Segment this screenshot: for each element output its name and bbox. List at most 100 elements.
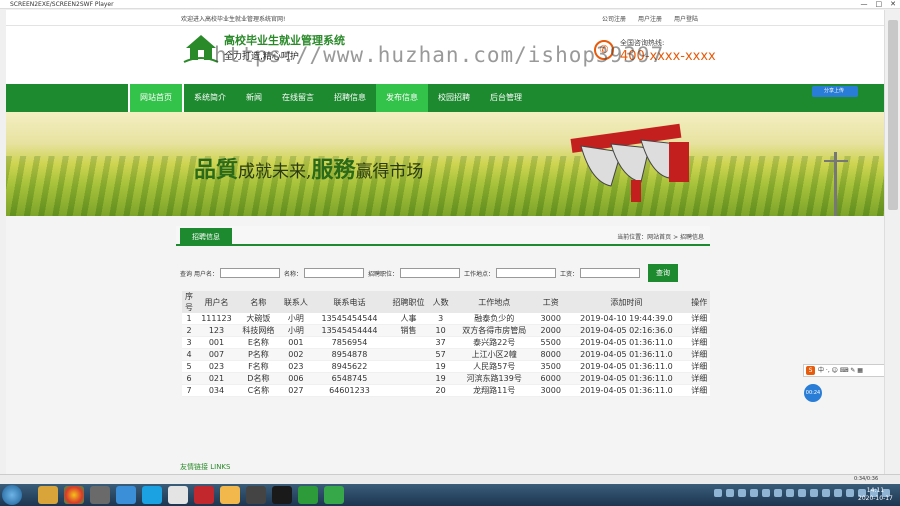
table-cell: 13545454544 — [311, 313, 388, 325]
search-app-icon[interactable] — [142, 486, 162, 504]
username-input[interactable] — [219, 268, 280, 278]
table-cell: 2019-04-05 02:16:36.0 — [564, 324, 689, 337]
close-icon[interactable]: ✕ — [890, 0, 896, 9]
clock-date: 2020-10-17 — [858, 495, 893, 502]
salary-input[interactable] — [580, 268, 641, 278]
nav-publish[interactable]: 发布信息 — [376, 84, 428, 112]
tray-icon[interactable] — [810, 489, 818, 497]
job-table: 序号 用户名 名称 联系人 联系电话 招聘职位 人数 工作地点 工资 添加时间 … — [182, 291, 710, 397]
username-label: 用户名： — [193, 270, 218, 278]
tray-icon[interactable] — [774, 489, 782, 497]
tray-icon[interactable] — [822, 489, 830, 497]
position-input[interactable] — [399, 268, 460, 278]
scrollbar-thumb[interactable] — [888, 20, 898, 210]
col-position: 招聘职位 — [387, 291, 430, 313]
terminal-icon[interactable] — [90, 486, 110, 504]
tab-job-info[interactable]: 招聘信息 — [180, 228, 232, 246]
banner-slogan: 品質成就未来,服務赢得市场 — [194, 152, 423, 184]
nav-home[interactable]: 网站首页 — [128, 84, 184, 112]
user-login-link[interactable]: 用户登陆 — [674, 14, 698, 23]
plow-machine-image — [570, 123, 689, 202]
table-row: 4 007 P名称 002 8954878 57 上江小区2幢 8000 2019-04-05 … — [182, 348, 710, 361]
table-cell: 双方各得市房管局 — [451, 324, 538, 337]
flash-icon[interactable] — [194, 486, 214, 504]
name-input[interactable] — [303, 268, 364, 278]
table-cell: 37 — [429, 336, 452, 349]
detail-link[interactable]: 详细 — [688, 384, 710, 397]
location-input[interactable] — [496, 268, 556, 278]
tray-icon[interactable] — [786, 489, 794, 497]
table-cell: 2019-04-05 01:36:11.0 — [564, 372, 689, 385]
search-button[interactable]: 查询 — [648, 264, 679, 282]
table-cell: 3000 — [537, 313, 565, 325]
document-icon[interactable] — [168, 486, 188, 504]
table-cell: 027 — [279, 384, 312, 397]
table-cell: 64601233 — [311, 384, 388, 397]
share-upload-button[interactable]: 分享上传 — [812, 86, 858, 97]
hero-banner: 品質成就未来,服務赢得市场 — [6, 112, 884, 216]
slogan-future: 成就未来, — [238, 162, 312, 182]
ime-toolbar[interactable]: 中 ·, ☺ ⌨ ✎ ▦ — [803, 364, 885, 377]
system-clock[interactable]: 14:11 2020-10-17 — [858, 487, 893, 503]
table-cell: 19 — [429, 372, 452, 385]
section-tabbar: 招聘信息 当前位置：网站首页 > 招聘信息 — [176, 226, 710, 246]
nav-message[interactable]: 在线留言 — [272, 84, 324, 112]
table-cell: 6 — [182, 372, 196, 385]
start-button[interactable] — [2, 485, 22, 505]
detail-link[interactable]: 详细 — [688, 360, 710, 373]
detail-link[interactable]: 详细 — [688, 313, 710, 325]
table-cell: 上江小区2幢 — [451, 348, 538, 361]
nav-intro[interactable]: 系统简介 — [184, 84, 236, 112]
table-row: 6 021 D名称 006 6548745 19 河滨东路139号 6000 2019-04-0… — [182, 372, 710, 385]
detail-link[interactable]: 详细 — [688, 324, 710, 337]
col-contact: 联系人 — [279, 291, 312, 313]
table-cell: C名称 — [236, 384, 280, 397]
col-name: 名称 — [236, 291, 280, 313]
folder-icon[interactable] — [220, 486, 240, 504]
user-register-link[interactable]: 用户注册 — [638, 14, 662, 23]
table-cell: 小明 — [279, 313, 312, 325]
tray-icon[interactable] — [750, 489, 758, 497]
timer-badge[interactable]: 00:24 — [804, 384, 822, 402]
media-icon[interactable] — [246, 486, 266, 504]
table-cell: 20 — [429, 384, 452, 397]
table-cell: 3 — [429, 313, 452, 325]
player-icon[interactable] — [324, 486, 344, 504]
table-cell: P名称 — [236, 348, 280, 361]
clock-time: 14:11 — [866, 487, 885, 494]
links-heading: 友情链接 LINKS — [180, 463, 231, 471]
detail-link[interactable]: 详细 — [688, 348, 710, 361]
table-cell — [387, 336, 430, 349]
tray-icon[interactable] — [738, 489, 746, 497]
nav-jobs[interactable]: 招聘信息 — [324, 84, 376, 112]
col-location: 工作地点 — [451, 291, 538, 313]
explorer-icon[interactable] — [38, 486, 58, 504]
tray-icon[interactable] — [846, 489, 854, 497]
table-cell: 2019-04-10 19:44:39.0 — [564, 313, 689, 325]
nav-admin[interactable]: 后台管理 — [480, 84, 532, 112]
company-register-link[interactable]: 公司注册 — [602, 14, 626, 23]
tray-icon[interactable] — [798, 489, 806, 497]
wechat-icon[interactable] — [298, 486, 318, 504]
table-cell: 1 — [182, 313, 196, 325]
table-cell — [387, 360, 430, 373]
nav-campus[interactable]: 校园招聘 — [428, 84, 480, 112]
chrome-icon[interactable] — [64, 486, 84, 504]
nav-news[interactable]: 新闻 — [236, 84, 272, 112]
field-stripes — [6, 156, 884, 216]
table-cell: 3000 — [537, 384, 565, 397]
tray-icon[interactable] — [714, 489, 722, 497]
minimize-icon[interactable]: — — [861, 0, 868, 9]
table-cell: 6000 — [537, 372, 565, 385]
tray-icon[interactable] — [726, 489, 734, 497]
qq-icon[interactable] — [272, 486, 292, 504]
maximize-icon[interactable]: □ — [876, 0, 883, 9]
detail-link[interactable]: 详细 — [688, 372, 710, 385]
table-cell: 2000 — [537, 324, 565, 337]
app-icon-blue[interactable] — [116, 486, 136, 504]
detail-link[interactable]: 详细 — [688, 336, 710, 349]
tray-icon[interactable] — [762, 489, 770, 497]
tray-icon[interactable] — [834, 489, 842, 497]
vertical-scrollbar[interactable] — [884, 10, 900, 474]
table-cell: 8000 — [537, 348, 565, 361]
